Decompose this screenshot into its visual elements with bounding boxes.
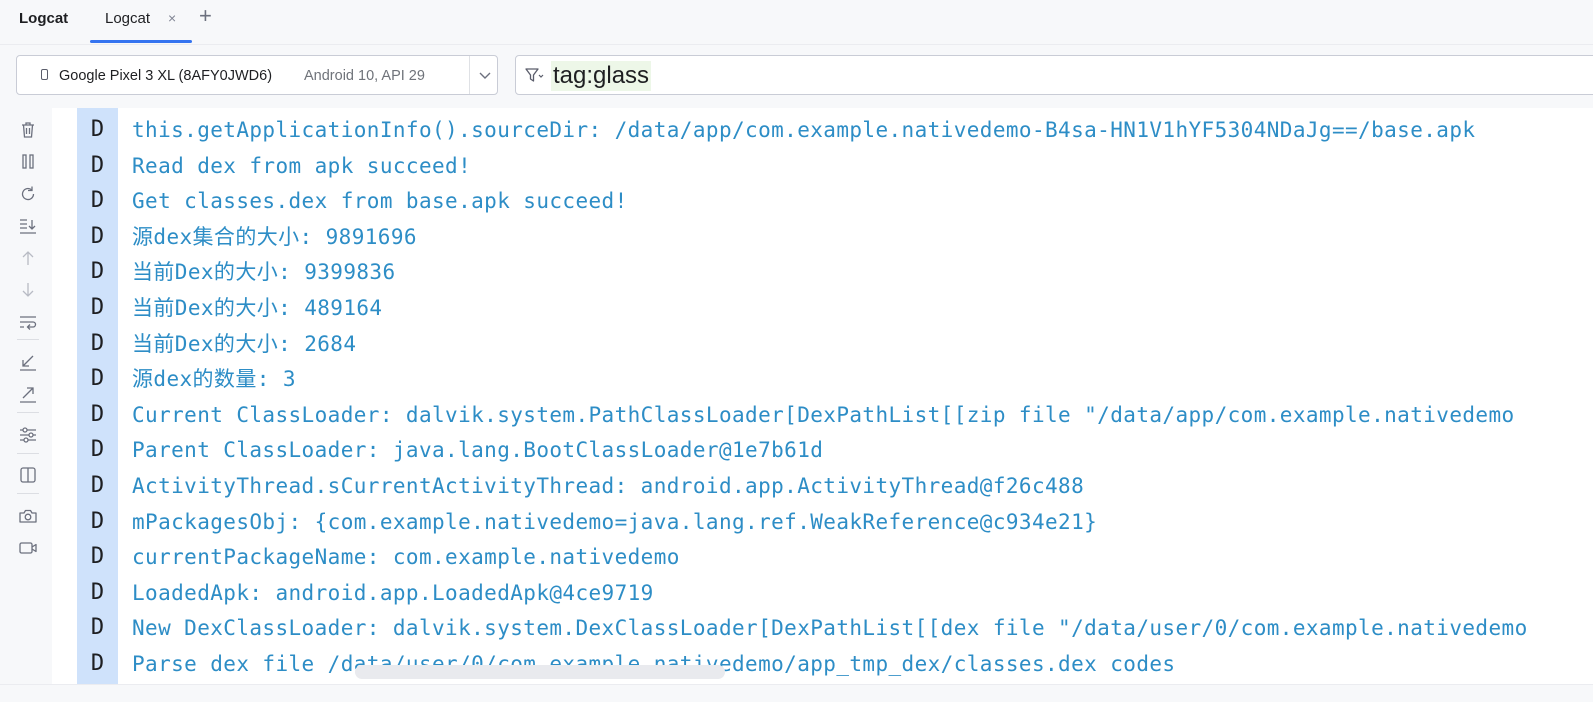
log-row[interactable]: D Current ClassLoader: dalvik.system.Path… — [52, 398, 1593, 433]
log-view[interactable]: Dthis.getApplicationInfo().sourceDir: /d… — [52, 108, 1593, 684]
log-message: Parent ClassLoader: java.lang.BootClassL… — [132, 438, 824, 463]
log-row[interactable]: D ActivityThread.sCurrentActivityThread: … — [52, 469, 1593, 504]
log-row[interactable]: D Get classes.dex from base.apk succeed! — [52, 184, 1593, 219]
log-row[interactable]: D 源dex集合的大小: 9891696 — [52, 220, 1593, 255]
settings-icon[interactable] — [17, 424, 39, 446]
log-level: D — [90, 544, 105, 570]
log-level: D — [90, 330, 105, 356]
log-message: Get classes.dex from base.apk succeed! — [132, 189, 628, 214]
chevron-down-icon[interactable] — [477, 65, 493, 85]
log-row[interactable]: D 源dex的数量: 3 — [52, 362, 1593, 397]
log-level: D — [90, 366, 105, 392]
log-level: D — [90, 473, 105, 498]
device-api-level: Android 10, API 29 — [304, 68, 425, 84]
log-message: 当前Dex的大小: 489164 — [132, 296, 383, 320]
unfold-icon[interactable] — [17, 383, 39, 405]
tab-label: Logcat — [105, 10, 151, 27]
add-tab-button[interactable]: + — [199, 3, 212, 29]
log-level: D — [90, 651, 105, 676]
log-level: D — [90, 223, 105, 249]
log-message: New DexClassLoader: dalvik.system.DexCla… — [132, 616, 1528, 641]
filter-input[interactable]: tag:glass — [515, 55, 1593, 95]
log-message: Read dex from apk succeed! — [132, 153, 472, 178]
close-tab-icon[interactable]: × — [168, 9, 176, 27]
log-message: 源dex的数量: 3 — [132, 367, 296, 392]
log-row[interactable]: D Parse dex file /data/user/0/com.example… — [52, 647, 1593, 682]
log-message: 当前Dex的大小: 9399836 — [132, 260, 396, 285]
filter-icon[interactable] — [524, 66, 544, 84]
log-message: 源dex集合的大小: 9891696 — [132, 224, 417, 249]
log-level: D — [90, 117, 105, 142]
split-panels-icon[interactable] — [17, 464, 39, 486]
horizontal-scrollbar[interactable] — [355, 665, 725, 679]
trash-icon[interactable] — [17, 119, 39, 141]
soft-wrap-icon[interactable] — [17, 311, 39, 333]
tool-window-header: Logcat Logcat × + — [0, 0, 1593, 45]
fold-icon[interactable] — [17, 351, 39, 373]
log-row[interactable]: D New DexClassLoader: dalvik.system.DexCl… — [52, 611, 1593, 646]
log-row[interactable]: DcurrentPackageName: com.example.natived… — [52, 540, 1593, 575]
log-message: LoadedApk: android.app.LoadedApk@4ce9719 — [132, 580, 654, 605]
log-level: D — [90, 508, 105, 534]
logcat-toolbar — [0, 108, 54, 688]
arrow-up-icon[interactable] — [17, 247, 39, 269]
log-row[interactable]: Dthis.getApplicationInfo().sourceDir: /d… — [52, 113, 1593, 148]
screen-record-icon[interactable] — [17, 537, 39, 559]
log-row[interactable]: D Read dex from apk succeed! — [52, 149, 1593, 184]
log-row[interactable]: D Parent ClassLoader: java.lang.BootClass… — [52, 433, 1593, 468]
log-level: D — [90, 401, 105, 427]
log-level: D — [90, 579, 105, 605]
log-message: currentPackageName: com.example.nativede… — [132, 545, 680, 570]
restart-icon[interactable] — [17, 183, 39, 205]
device-name: Google Pixel 3 XL (8AFY0JWD6) — [59, 68, 273, 84]
log-level: D — [90, 295, 105, 320]
device-selector-divider — [469, 56, 470, 94]
log-row[interactable]: DmPackagesObj: {com.example.nativedemo=j… — [52, 505, 1593, 540]
toolbar-separator — [17, 339, 39, 340]
device-selector[interactable]: Google Pixel 3 XL (8AFY0JWD6) Android 10… — [16, 55, 498, 95]
filter-query: tag:glass — [551, 61, 652, 91]
log-message: mPackagesObj: {com.example.nativedemo=ja… — [132, 509, 1098, 534]
active-tab-indicator — [90, 40, 192, 43]
log-row[interactable]: D 当前Dex的大小: 2684 — [52, 327, 1593, 362]
toolbar-separator — [17, 412, 39, 413]
toolbar-separator — [17, 493, 39, 494]
log-message: Current ClassLoader: dalvik.system.PathC… — [132, 402, 1515, 427]
arrow-down-icon[interactable] — [17, 279, 39, 301]
status-bar — [0, 684, 1593, 702]
toolbar-separator — [17, 453, 39, 454]
log-level: D — [90, 437, 105, 463]
tool-window-title: Logcat — [19, 10, 69, 27]
screenshot-icon[interactable] — [17, 505, 39, 527]
log-level: D — [90, 152, 105, 178]
tab-logcat[interactable]: Logcat × — [90, 0, 192, 44]
log-level: D — [90, 259, 105, 285]
log-row[interactable]: D LoadedApk: android.app.LoadedApk@4ce971… — [52, 576, 1593, 611]
phone-icon — [41, 69, 48, 80]
pause-icon[interactable] — [17, 151, 39, 173]
log-row[interactable]: D 当前Dex的大小: 9399836 — [52, 255, 1593, 290]
log-message: 当前Dex的大小: 2684 — [132, 331, 357, 356]
log-level: D — [90, 615, 105, 641]
log-message: ActivityThread.sCurrentActivityThread: a… — [132, 474, 1085, 498]
log-row[interactable]: D 当前Dex的大小: 489164 — [52, 291, 1593, 326]
scroll-to-end-icon[interactable] — [17, 215, 39, 237]
log-message: this.getApplicationInfo().sourceDir: /da… — [132, 118, 1476, 142]
log-level: D — [90, 188, 105, 214]
